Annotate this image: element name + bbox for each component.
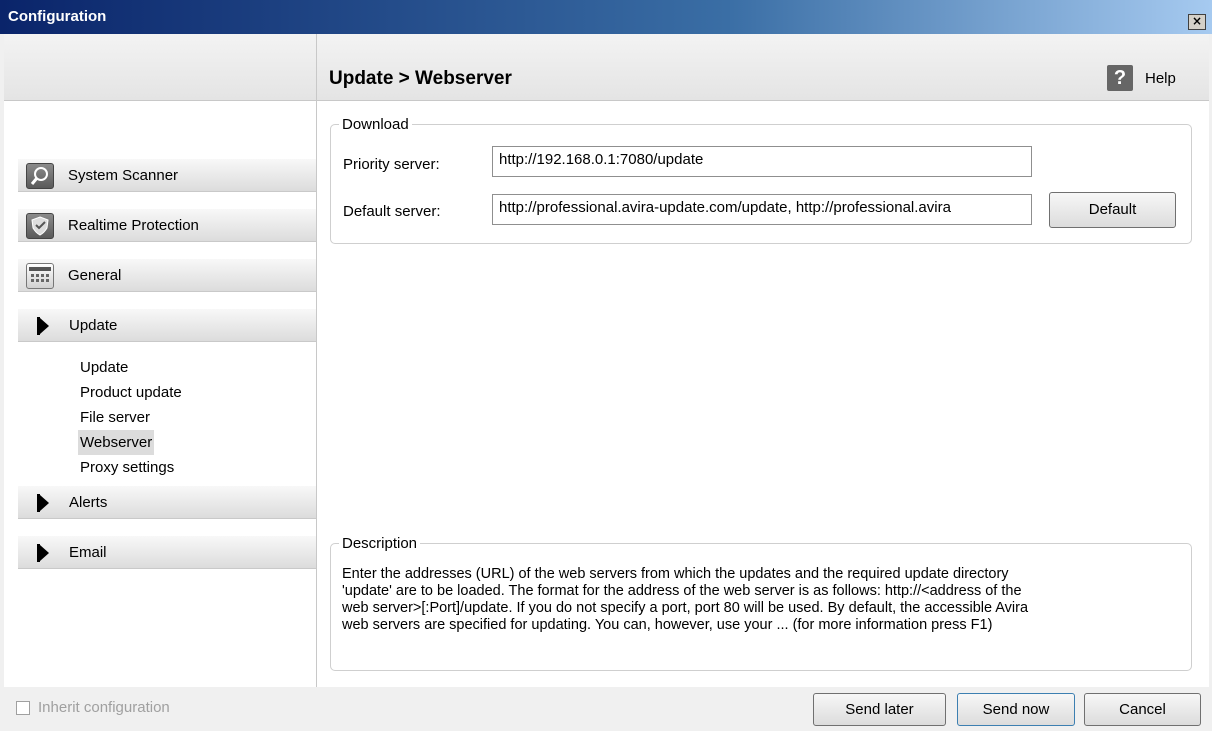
send-later-button[interactable]: Send later (813, 693, 946, 726)
description-line: 'update' are to be loaded. The format fo… (342, 583, 1022, 599)
description-text: Enter the addresses (URL) of the web ser… (342, 566, 1028, 634)
sidebar-group-update[interactable]: Update (18, 309, 316, 342)
title-bar: Configuration × (0, 0, 1212, 34)
footer-bar: Inherit configuration Send later Send no… (4, 687, 1209, 728)
sidebar-item-general[interactable]: General (18, 259, 316, 292)
sidebar-subitem-proxy-settings[interactable]: Proxy settings (78, 455, 184, 480)
calendar-icon (26, 263, 54, 289)
help-link[interactable]: Help (1145, 70, 1176, 87)
sidebar-subitem-update[interactable]: Update (78, 355, 184, 380)
sidebar-item-system-scanner[interactable]: System Scanner (18, 159, 316, 192)
priority-server-label: Priority server: (343, 156, 440, 173)
update-subitems: Update Product update File server Webser… (78, 355, 184, 480)
description-legend: Description (342, 535, 418, 552)
inherit-configuration-label: Inherit configuration (38, 699, 170, 716)
default-server-label: Default server: (343, 203, 441, 220)
sidebar-item-label: General (68, 267, 122, 284)
sidebar-subitem-webserver[interactable]: Webserver (78, 430, 155, 455)
sidebar-header (4, 34, 316, 101)
triangle-right-icon (40, 495, 49, 511)
sidebar-item-realtime-protection[interactable]: Realtime Protection (18, 209, 316, 242)
send-now-button[interactable]: Send now (957, 693, 1075, 726)
window-title: Configuration (8, 8, 107, 25)
shield-icon (26, 213, 54, 239)
sidebar-subitem-file-server[interactable]: File server (78, 405, 184, 430)
triangle-right-icon (40, 318, 49, 334)
close-icon[interactable]: × (1188, 14, 1206, 30)
triangle-right-icon (40, 545, 49, 561)
description-line: web servers are specified for updating. … (342, 617, 993, 633)
sidebar: System Scanner Realtime Protection Gener… (4, 34, 317, 687)
priority-server-input[interactable]: http://192.168.0.1:7080/update (492, 146, 1032, 177)
dialog-body: System Scanner Realtime Protection Gener… (4, 34, 1209, 728)
default-server-input[interactable]: http://professional.avira-update.com/upd… (492, 194, 1032, 225)
sidebar-item-label: System Scanner (68, 167, 179, 184)
sidebar-group-email[interactable]: Email (18, 536, 316, 569)
sidebar-subitem-product-update[interactable]: Product update (78, 380, 184, 405)
main-header: Update > Webserver ? Help (317, 34, 1209, 101)
description-line: Enter the addresses (URL) of the web ser… (342, 566, 1009, 582)
help-icon[interactable]: ? (1107, 65, 1133, 91)
description-line: web server>[:Port]/update. If you do not… (342, 600, 1029, 616)
sidebar-group-alerts[interactable]: Alerts (18, 486, 316, 519)
magnifier-icon (26, 163, 54, 189)
sidebar-group-label: Alerts (69, 494, 108, 511)
default-button[interactable]: Default (1049, 192, 1176, 228)
download-legend: Download (342, 116, 409, 133)
sidebar-group-label: Email (69, 544, 107, 561)
sidebar-group-label: Update (69, 317, 118, 334)
main-panel: Update > Webserver ? Help Download Prior… (317, 34, 1209, 687)
cancel-button[interactable]: Cancel (1084, 693, 1201, 726)
sidebar-item-label: Realtime Protection (68, 217, 199, 234)
inherit-configuration-checkbox[interactable] (16, 701, 30, 715)
page-title: Update > Webserver (329, 68, 512, 89)
